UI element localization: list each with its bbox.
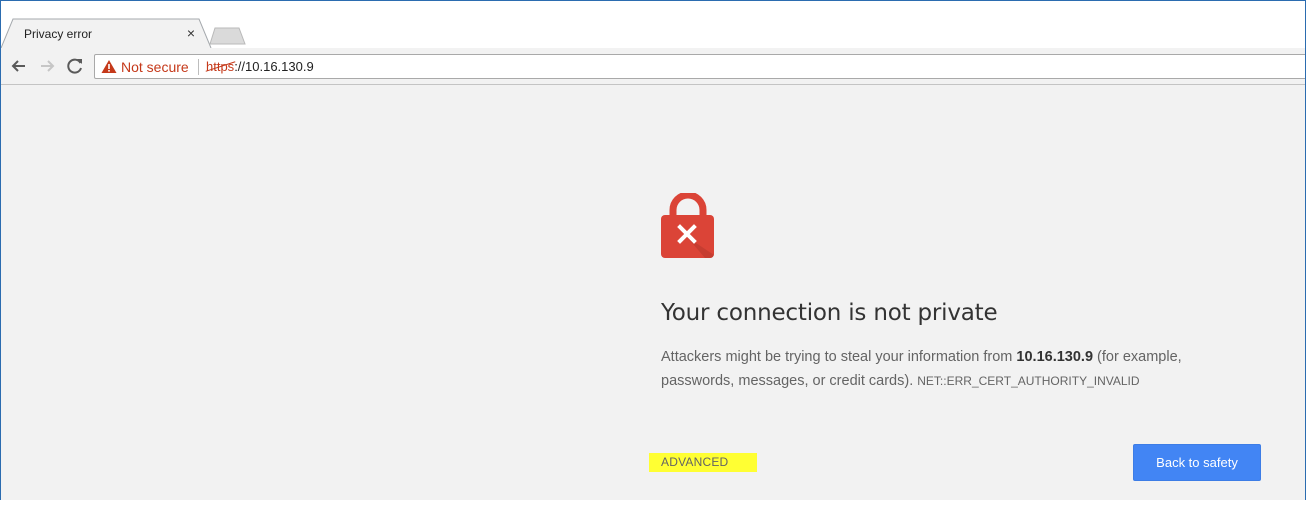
error-description: Attackers might be trying to steal your … bbox=[661, 345, 1231, 393]
url-text[interactable]: https://10.16.130.9 bbox=[206, 59, 314, 74]
address-bar[interactable]: Not secure https://10.16.130.9 bbox=[94, 54, 1305, 79]
omnibox-divider bbox=[198, 59, 199, 75]
warning-triangle-icon bbox=[101, 60, 117, 73]
forward-arrow-icon[interactable] bbox=[37, 56, 57, 76]
browser-window: Privacy error × Not secure https://10.16… bbox=[0, 0, 1306, 500]
back-to-safety-button[interactable]: Back to safety bbox=[1133, 444, 1261, 481]
description-text: Attackers might be trying to steal your … bbox=[661, 349, 1017, 365]
host-name: 10.16.130.9 bbox=[1016, 349, 1094, 365]
tab-strip: Privacy error × bbox=[1, 1, 1305, 49]
interstitial-page: Your connection is not private Attackers… bbox=[1, 85, 1305, 500]
page-title: Your connection is not private bbox=[661, 300, 998, 326]
error-code[interactable]: NET::ERR_CERT_AUTHORITY_INVALID bbox=[917, 374, 1139, 388]
advanced-button[interactable]: ADVANCED bbox=[649, 453, 757, 472]
page-margin bbox=[0, 500, 1306, 521]
url-scheme: https bbox=[206, 59, 235, 74]
tab-close-button[interactable]: × bbox=[183, 25, 199, 41]
back-arrow-icon[interactable] bbox=[9, 56, 29, 76]
new-tab-icon[interactable] bbox=[209, 27, 247, 45]
lock-error-icon bbox=[661, 193, 714, 258]
browser-toolbar: Not secure https://10.16.130.9 bbox=[1, 48, 1305, 85]
url-host: ://10.16.130.9 bbox=[234, 59, 314, 74]
tab-title: Privacy error bbox=[24, 27, 93, 41]
security-chip-label[interactable]: Not secure bbox=[121, 59, 189, 75]
reload-icon[interactable] bbox=[65, 56, 85, 76]
